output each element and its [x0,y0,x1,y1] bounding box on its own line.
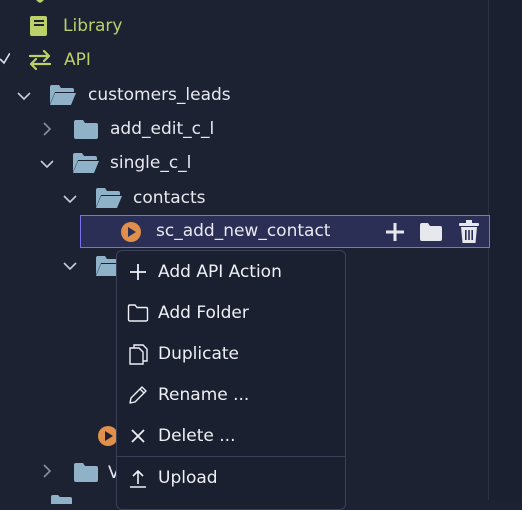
folder-icon[interactable] [419,222,443,241]
tree-item-api[interactable]: API [28,43,468,77]
context-menu: Add API Action Add Folder Duplicate Rena… [116,250,346,510]
menu-item-upload[interactable]: Upload [117,458,345,496]
folder-outline-icon [127,304,149,322]
chevron-right-icon[interactable] [40,464,54,478]
menu-item-label: Delete ... [158,426,236,446]
tree-item-label: customers_leads [88,84,231,105]
book-icon [30,16,47,36]
tree-item-label: add_edit_c_l [110,118,215,139]
tree-item-sc-add-new-contact[interactable]: sc_add_new_contact [80,215,490,248]
menu-item-rename[interactable]: Rename ... [117,375,345,413]
menu-item-add-api-action[interactable]: Add API Action [117,252,345,290]
chevron-down-icon[interactable] [17,89,31,103]
pencil-icon [129,386,147,404]
folder-open-icon [96,188,122,208]
menu-item-duplicate[interactable]: Duplicate [117,334,345,372]
tree-item-library[interactable]: Library [28,9,468,43]
folder-open-icon [50,85,76,105]
tree-item-label: contacts [133,187,206,208]
chevron-down-icon[interactable] [40,157,54,171]
chevron-right-icon[interactable] [40,122,54,136]
menu-item-add-folder[interactable]: Add Folder [117,293,345,331]
arrows-exchange-icon [28,50,52,70]
menu-item-label: Add Folder [158,303,249,323]
tree-item-customers-leads[interactable]: customers_leads [49,78,449,112]
x-icon [131,429,145,443]
chevron-down-icon[interactable] [63,192,77,206]
right-panel-edge [489,0,522,500]
chevron-down-icon[interactable] [63,259,77,273]
folder-open-icon [73,153,99,173]
trash-icon[interactable] [458,220,480,244]
tree-item-label: single_c_l [110,152,192,173]
play-icon [121,222,141,242]
menu-item-label: Duplicate [158,344,239,364]
checkmark-icon [0,53,10,65]
tree-item-label: sc_add_new_contact [156,221,331,241]
tree-item-single-c-l[interactable]: single_c_l [72,146,452,180]
tree-item-label: API [64,49,91,70]
tree-item-label: Library [63,15,123,36]
shield-icon [36,0,44,3]
menu-separator [117,456,345,457]
duplicate-icon [129,344,148,365]
menu-item-label: Upload [158,468,218,488]
folder-icon [74,120,98,139]
tree-item-add-edit-c-l[interactable]: add_edit_c_l [73,112,453,146]
upload-icon [130,469,146,488]
folder-icon [51,495,72,504]
folder-icon [74,463,98,482]
plus-icon[interactable] [384,221,406,243]
menu-item-label: Rename ... [158,385,250,405]
menu-item-delete[interactable]: Delete ... [117,416,345,454]
menu-item-label: Add API Action [158,262,282,282]
plus-icon [130,264,146,280]
tree-item-contacts[interactable]: contacts [95,181,455,215]
